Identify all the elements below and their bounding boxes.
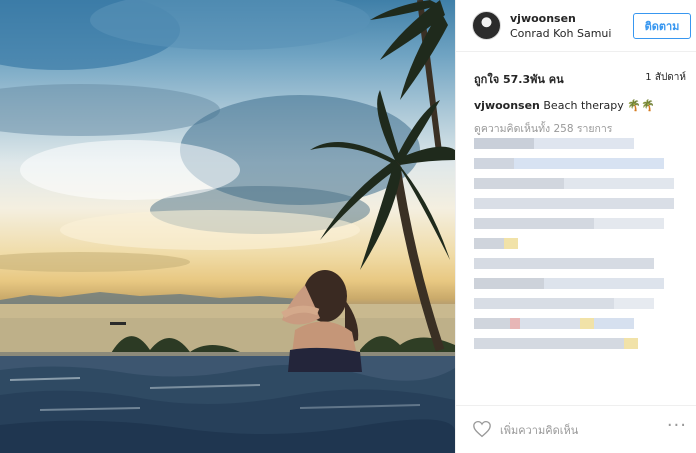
- blurred-comment: [474, 338, 689, 349]
- add-comment-input[interactable]: เพิ่มความคิดเห็น: [500, 421, 578, 439]
- blurred-comment: [474, 158, 689, 169]
- caption-username[interactable]: vjwoonsen: [474, 99, 540, 112]
- palm-tree-emoji: 🌴🌴: [627, 99, 655, 112]
- view-all-comments-link[interactable]: ดูความคิดเห็นทั้ง 258 รายการ: [474, 120, 612, 137]
- post-photo[interactable]: [0, 0, 455, 453]
- location-link[interactable]: Conrad Koh Samui: [510, 27, 611, 40]
- post-details-panel: vjwoonsen Conrad Koh Samui ติดตาม ถูกใจ …: [455, 0, 696, 453]
- username-link[interactable]: vjwoonsen: [510, 12, 576, 25]
- blurred-comment: [474, 238, 689, 249]
- post-caption: vjwoonsen Beach therapy 🌴🌴: [474, 99, 655, 112]
- comment-list: [474, 138, 689, 358]
- caption-text: Beach therapy: [543, 99, 624, 112]
- blurred-comment: [474, 318, 689, 329]
- blurred-comment: [474, 258, 689, 269]
- blurred-comment: [474, 198, 689, 209]
- blurred-comment: [474, 178, 689, 189]
- post-timestamp[interactable]: 1 สัปดาห์: [645, 70, 686, 85]
- likes-count[interactable]: ถูกใจ 57.3พัน คน: [474, 70, 564, 88]
- more-options-icon[interactable]: ···: [667, 415, 687, 436]
- blurred-comment: [474, 298, 689, 309]
- avatar[interactable]: [472, 11, 501, 40]
- blurred-comment: [474, 278, 689, 289]
- blurred-comment: [474, 218, 689, 229]
- post-header: vjwoonsen Conrad Koh Samui ติดตาม: [456, 0, 696, 52]
- post-actions: เพิ่มความคิดเห็น ···: [456, 405, 696, 453]
- blurred-comment: [474, 138, 689, 149]
- heart-icon[interactable]: [472, 420, 492, 438]
- follow-button[interactable]: ติดตาม: [633, 13, 691, 39]
